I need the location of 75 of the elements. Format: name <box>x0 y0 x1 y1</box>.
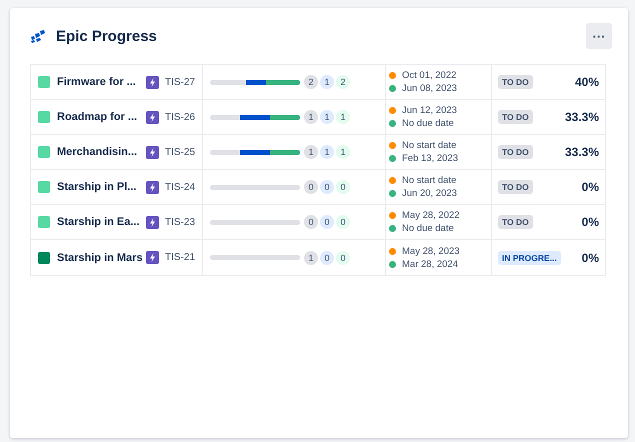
count-badge: 0 <box>320 180 334 194</box>
count-badge: 1 <box>304 145 318 159</box>
status-lozenge: IN PROGRE... <box>498 250 561 264</box>
count-badge: 0 <box>336 180 350 194</box>
epic-icon <box>146 216 159 228</box>
due-dot-icon <box>389 85 396 92</box>
start-dot-icon <box>389 212 396 219</box>
count-badge: 1 <box>304 250 318 264</box>
due-date: Feb 13, 2023 <box>402 153 458 164</box>
issue-key[interactable]: TIS-21 <box>165 252 196 263</box>
start-date: No start date <box>402 140 456 151</box>
due-date: No due date <box>402 223 454 234</box>
count-badge: 2 <box>336 75 350 89</box>
count-badge: 1 <box>336 110 350 124</box>
logo-icon <box>30 29 46 43</box>
epic-name[interactable]: Merchandisin... <box>57 146 146 158</box>
progress-percent: 0% <box>582 215 599 229</box>
epic-icon <box>146 180 159 194</box>
count-badge: 1 <box>320 110 334 124</box>
due-dot-icon <box>389 190 396 197</box>
epic-icon <box>146 251 159 264</box>
epic-name[interactable]: Firmware for ... <box>57 76 146 88</box>
due-dot-icon <box>389 225 396 232</box>
start-date: May 28, 2022 <box>402 210 460 221</box>
status-lozenge: TO DO <box>498 215 533 229</box>
due-date: Jun 08, 2023 <box>402 83 457 94</box>
issue-key[interactable]: TIS-26 <box>165 112 196 122</box>
start-dot-icon <box>389 248 396 254</box>
start-date: Jun 12, 2023 <box>402 105 457 116</box>
due-dot-icon <box>389 260 396 268</box>
start-dot-icon <box>389 107 396 114</box>
progress-percent: 0% <box>582 180 599 194</box>
epic-icon <box>146 110 159 124</box>
due-dot-icon <box>389 120 396 127</box>
status-lozenge: TO DO <box>498 180 533 194</box>
epic-name[interactable]: Starship in Ea... <box>57 216 146 228</box>
status-lozenge: TO DO <box>498 145 533 159</box>
count-badge: 0 <box>336 215 350 229</box>
epic-name[interactable]: Roadmap for ... <box>57 111 146 123</box>
progress-percent: 33.3% <box>564 110 599 124</box>
issue-key[interactable]: TIS-27 <box>165 76 196 88</box>
start-date: No start date <box>402 175 456 186</box>
issue-key[interactable]: TIS-24 <box>165 182 196 192</box>
count-badge: 0 <box>304 215 318 229</box>
due-dot-icon <box>389 155 396 162</box>
issue-key[interactable]: TIS-25 <box>165 146 196 158</box>
status-lozenge: TO DO <box>498 110 533 124</box>
start-date: May 28, 2023 <box>402 246 460 256</box>
epic-icon <box>146 76 159 88</box>
due-date: Jun 20, 2023 <box>402 188 457 199</box>
more-button[interactable]: ··· <box>586 23 612 49</box>
epic-icon <box>146 146 159 158</box>
widget-title: Epic Progress <box>56 28 158 44</box>
count-badge: 0 <box>320 215 334 229</box>
count-badge: 0 <box>336 250 350 264</box>
epic-name[interactable]: Starship in Pl... <box>57 181 146 193</box>
count-badge: 1 <box>320 75 334 89</box>
progress-percent: 0% <box>582 250 599 264</box>
issue-key[interactable]: TIS-23 <box>165 216 196 228</box>
progress-percent: 40% <box>574 75 599 89</box>
count-badge: 1 <box>304 110 318 124</box>
count-badge: 0 <box>320 250 334 264</box>
count-badge: 1 <box>336 145 350 159</box>
status-lozenge: TO DO <box>498 75 533 89</box>
epic-name[interactable]: Starship in Mars <box>57 252 146 264</box>
start-dot-icon <box>389 142 396 149</box>
start-dot-icon <box>389 177 396 184</box>
count-badge: 0 <box>304 180 318 194</box>
due-date: Mar 28, 2024 <box>402 258 458 270</box>
progress-percent: 33.3% <box>564 145 599 159</box>
count-badge: 1 <box>320 145 334 159</box>
count-badge: 2 <box>304 75 318 89</box>
start-dot-icon <box>389 72 396 79</box>
due-date: No due date <box>402 118 454 129</box>
start-date: Oct 01, 2022 <box>402 70 456 81</box>
